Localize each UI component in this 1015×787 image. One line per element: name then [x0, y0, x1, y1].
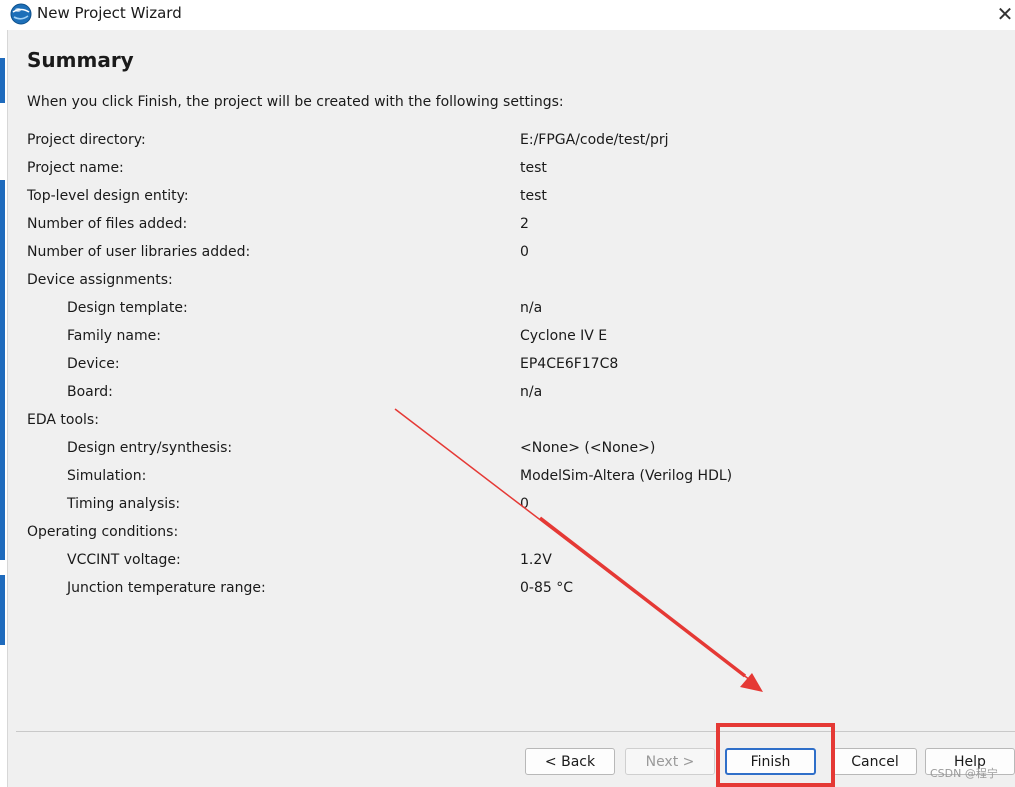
board-label: Board:: [67, 384, 113, 400]
quartus-globe-icon: [10, 3, 32, 25]
project-directory-value: E:/FPGA/code/test/prj: [520, 132, 669, 148]
family-name-value: Cyclone IV E: [520, 328, 608, 344]
simulation-value: ModelSim-Altera (Verilog HDL): [520, 468, 733, 484]
family-name-label: Family name:: [67, 328, 161, 344]
files-added-value: 2: [520, 216, 529, 232]
design-template-label: Design template:: [67, 300, 188, 316]
board-value: n/a: [520, 384, 543, 400]
top-level-entity-value: test: [520, 188, 547, 204]
timing-analysis-label: Timing analysis:: [67, 496, 181, 512]
files-added-label: Number of files added:: [27, 216, 188, 232]
simulation-label: Simulation:: [67, 468, 147, 484]
vccint-voltage-label: VCCINT voltage:: [67, 552, 181, 568]
close-icon[interactable]: ✕: [995, 1, 1015, 27]
title-bar: New Project Wizard ✕: [0, 0, 1015, 30]
project-name-value: test: [520, 160, 547, 176]
operating-conditions-label: Operating conditions:: [27, 524, 179, 540]
user-libraries-label: Number of user libraries added:: [27, 244, 251, 260]
vccint-voltage-value: 1.2V: [520, 552, 552, 568]
junction-temperature-label: Junction temperature range:: [67, 580, 266, 596]
arrow-head: [740, 673, 763, 692]
project-directory-label: Project directory:: [27, 132, 146, 148]
project-name-label: Project name:: [27, 160, 124, 176]
watermark-text: CSDN @程宁: [930, 767, 998, 780]
intro-text: When you click Finish, the project will …: [27, 94, 564, 110]
top-level-entity-label: Top-level design entity:: [27, 188, 189, 204]
back-button[interactable]: < Back: [525, 748, 615, 775]
device-label: Device:: [67, 356, 120, 372]
background-window-edge: [0, 30, 8, 787]
next-button[interactable]: Next >: [625, 748, 715, 775]
design-entry-synthesis-value: <None> (<None>): [520, 440, 656, 456]
device-assignments-label: Device assignments:: [27, 272, 173, 288]
finish-highlight-box: [716, 723, 835, 787]
design-entry-synthesis-label: Design entry/synthesis:: [67, 440, 233, 456]
device-value: EP4CE6F17C8: [520, 356, 619, 372]
cancel-button[interactable]: Cancel: [833, 748, 917, 775]
user-libraries-value: 0: [520, 244, 529, 260]
window-title: New Project Wizard: [37, 4, 182, 22]
design-template-value: n/a: [520, 300, 543, 316]
red-arrow-annotation: [394, 408, 763, 692]
page-title: Summary: [27, 48, 134, 72]
eda-tools-label: EDA tools:: [27, 412, 99, 428]
junction-temperature-value: 0-85 °C: [520, 580, 573, 596]
timing-analysis-value: 0: [520, 496, 529, 512]
button-bar-separator: [16, 731, 1015, 732]
